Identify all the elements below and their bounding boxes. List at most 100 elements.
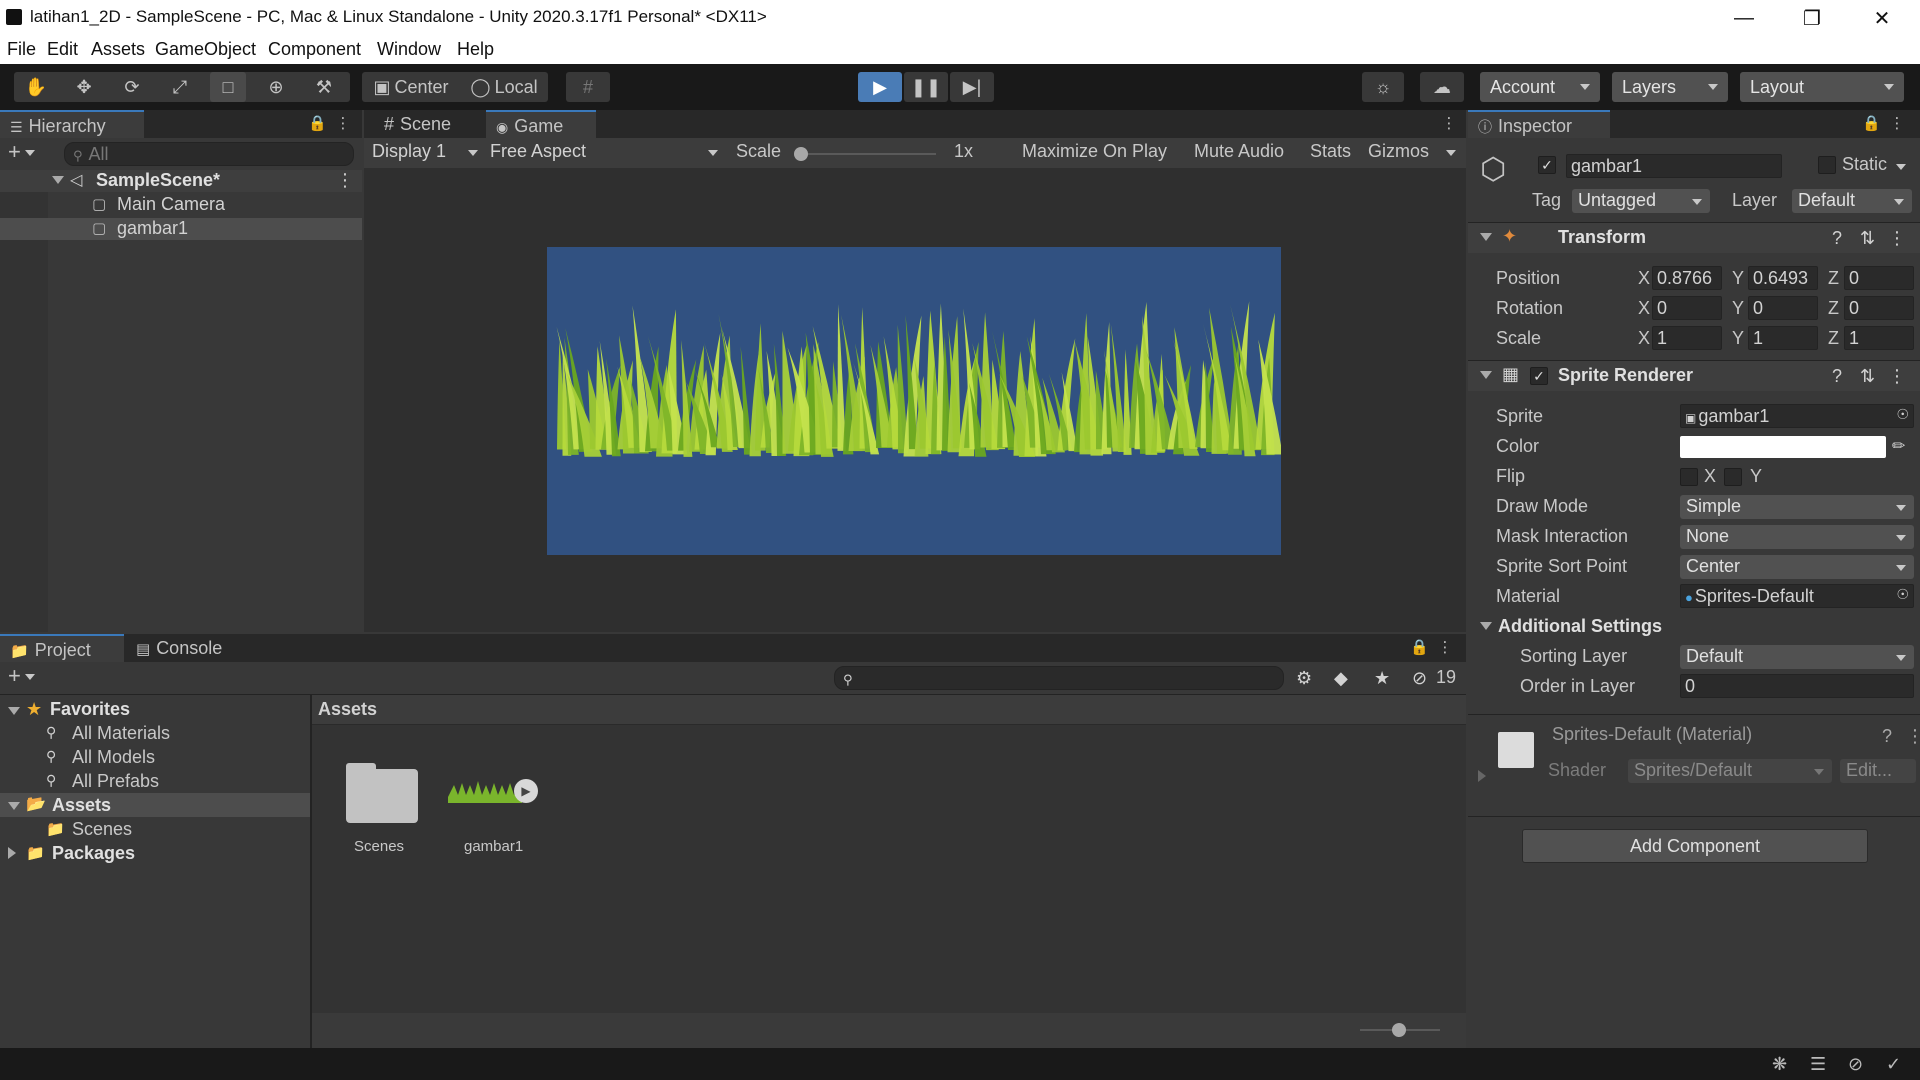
scale-tool-icon[interactable]: ⤢: [162, 72, 198, 102]
list-item[interactable]: ▢ Main Camera: [0, 194, 362, 216]
search-by-label-icon[interactable]: ◆: [1334, 668, 1348, 689]
expand-arrow-icon[interactable]: [1480, 371, 1492, 379]
sprite-asset-tile[interactable]: ▶: [448, 775, 538, 809]
lock-icon[interactable]: 🔒: [1862, 115, 1881, 133]
favorite-star-icon[interactable]: ★: [1374, 668, 1390, 689]
cloud-icon[interactable]: ☁: [1420, 72, 1464, 102]
mute-audio-toggle[interactable]: Mute Audio: [1194, 141, 1284, 162]
position-z-field[interactable]: 0: [1844, 266, 1914, 290]
tab-scene[interactable]: # Scene: [374, 110, 484, 138]
tag-dropdown[interactable]: Untagged: [1572, 189, 1710, 213]
transform-tool-icon[interactable]: ⊕: [258, 72, 294, 102]
sprite-sort-point-dropdown[interactable]: Center: [1680, 555, 1914, 579]
rotation-x-field[interactable]: 0: [1652, 296, 1722, 320]
position-x-field[interactable]: 0.8766: [1652, 266, 1722, 290]
scale-z-field[interactable]: 1: [1844, 326, 1914, 350]
rect-tool-icon[interactable]: □: [210, 72, 246, 102]
scale-x-field[interactable]: 1: [1652, 326, 1722, 350]
layers-dropdown[interactable]: Layers: [1612, 72, 1728, 102]
search-by-type-icon[interactable]: ⚙: [1296, 668, 1312, 689]
pivot-center-button[interactable]: ▣ Center: [366, 72, 456, 102]
menu-window[interactable]: Window: [377, 39, 441, 60]
favorite-item[interactable]: All Prefabs: [72, 771, 159, 792]
grid-snap-icon[interactable]: #: [570, 72, 606, 102]
menu-component[interactable]: Component: [268, 39, 361, 60]
menu-help[interactable]: Help: [457, 39, 494, 60]
collapse-arrow-icon[interactable]: [8, 847, 16, 859]
tab-console[interactable]: ▤ Console: [126, 634, 250, 662]
stats-toggle[interactable]: Stats: [1310, 141, 1351, 162]
tab-game[interactable]: ◉ Game: [486, 110, 596, 138]
help-icon[interactable]: ?: [1832, 366, 1842, 387]
object-picker-icon[interactable]: ☉: [1896, 586, 1909, 603]
move-tool-icon[interactable]: ✥: [66, 72, 102, 102]
draw-mode-dropdown[interactable]: Simple: [1680, 495, 1914, 519]
aspect-dropdown[interactable]: Free Aspect: [486, 141, 722, 165]
more-icon[interactable]: ⋮: [1906, 726, 1920, 747]
tab-project[interactable]: 📁 Project: [0, 634, 124, 662]
auto-generate-icon[interactable]: ⊘: [1848, 1054, 1863, 1075]
tab-inspector[interactable]: ⓘ Inspector: [1468, 110, 1610, 138]
more-icon[interactable]: ⋮: [1436, 639, 1454, 657]
mask-interaction-dropdown[interactable]: None: [1680, 525, 1914, 549]
sprite-renderer-header[interactable]: ▦ ✓ Sprite Renderer ? ⇅ ⋮: [1468, 361, 1920, 391]
active-checkbox[interactable]: ✓: [1538, 156, 1556, 174]
expand-arrow-icon[interactable]: [1478, 770, 1486, 782]
display-dropdown[interactable]: Display 1: [368, 141, 482, 165]
hand-tool-icon[interactable]: ✋: [18, 72, 54, 102]
favorite-item[interactable]: All Models: [72, 747, 155, 768]
tab-hierarchy[interactable]: ☰ Hierarchy: [0, 110, 144, 138]
restore-icon[interactable]: ❐: [1786, 2, 1838, 34]
create-button[interactable]: +: [8, 141, 48, 166]
object-picker-icon[interactable]: ☉: [1896, 406, 1909, 423]
rotation-y-field[interactable]: 0: [1748, 296, 1818, 320]
expand-arrow-icon[interactable]: [8, 802, 20, 810]
bug-icon[interactable]: ❋: [1772, 1054, 1787, 1075]
shader-dropdown[interactable]: Sprites/Default: [1628, 759, 1832, 783]
layer-dropdown[interactable]: Default: [1792, 189, 1912, 213]
close-icon[interactable]: ✕: [1856, 2, 1908, 34]
icon-size-handle[interactable]: [1392, 1023, 1406, 1037]
component-enabled-checkbox[interactable]: ✓: [1530, 367, 1548, 385]
menu-file[interactable]: File: [7, 39, 36, 60]
custom-tool-icon[interactable]: ⚒: [306, 72, 342, 102]
account-dropdown[interactable]: Account: [1480, 72, 1600, 102]
add-component-button[interactable]: Add Component: [1522, 829, 1868, 863]
scale-slider-track[interactable]: [796, 153, 936, 155]
color-swatch[interactable]: [1680, 436, 1886, 458]
material-field[interactable]: ● Sprites-Default ☉: [1680, 584, 1914, 608]
menu-gameobject[interactable]: GameObject: [155, 39, 256, 60]
more-icon[interactable]: ⋮: [1888, 228, 1906, 249]
more-icon[interactable]: ⋮: [1888, 366, 1906, 387]
expand-arrow-icon[interactable]: [1480, 233, 1492, 241]
order-in-layer-field[interactable]: 0: [1680, 674, 1914, 698]
expand-sprite-icon[interactable]: ▶: [514, 779, 538, 803]
expand-arrow-icon[interactable]: [8, 707, 20, 715]
preset-icon[interactable]: ⇅: [1860, 228, 1875, 249]
flip-y-checkbox[interactable]: [1724, 468, 1742, 486]
list-item[interactable]: ▢ gambar1: [0, 218, 362, 240]
preset-icon[interactable]: ⇅: [1860, 366, 1875, 387]
breadcrumb-assets[interactable]: Assets: [318, 699, 377, 720]
layout-dropdown[interactable]: Layout: [1740, 72, 1904, 102]
play-button[interactable]: ▶: [858, 72, 902, 102]
eyedropper-icon[interactable]: ✏: [1892, 436, 1905, 456]
scale-y-field[interactable]: 1: [1748, 326, 1818, 350]
collab-icon[interactable]: ☼: [1362, 72, 1404, 102]
project-search-input[interactable]: ⚲: [834, 666, 1284, 690]
more-icon[interactable]: ⋮: [334, 115, 352, 133]
packages-label[interactable]: Packages: [52, 843, 135, 864]
scale-slider-handle[interactable]: [794, 147, 808, 161]
lock-icon[interactable]: 🔒: [308, 115, 327, 133]
chevron-down-icon[interactable]: [1896, 164, 1906, 170]
create-asset-button[interactable]: +: [8, 665, 48, 690]
cache-icon[interactable]: ☰: [1810, 1054, 1826, 1075]
favorites-label[interactable]: Favorites: [50, 699, 130, 720]
object-name-field[interactable]: gambar1: [1566, 154, 1782, 178]
position-y-field[interactable]: 0.6493: [1748, 266, 1818, 290]
menu-edit[interactable]: Edit: [47, 39, 78, 60]
folder-asset-tile[interactable]: [346, 763, 418, 823]
folder-item[interactable]: Scenes: [72, 819, 132, 840]
pivot-local-button[interactable]: ◯ Local: [464, 72, 544, 102]
more-icon[interactable]: ⋮: [1888, 115, 1906, 133]
